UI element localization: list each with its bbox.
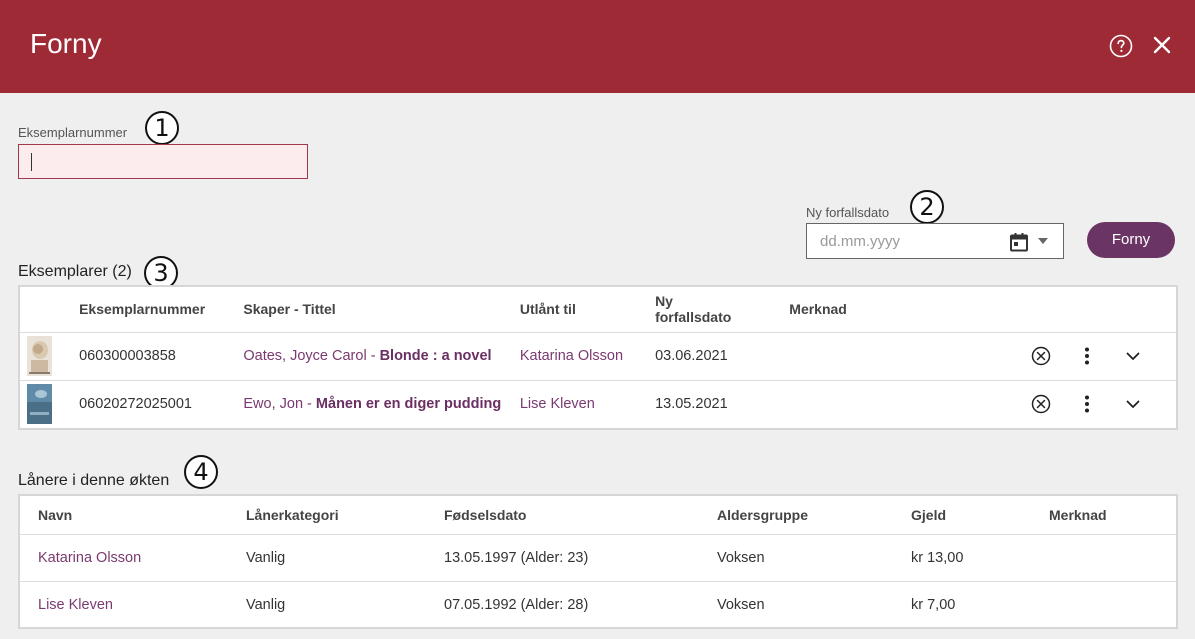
table-row: Lise Kleven Vanlig 07.05.1992 (Alder: 28… (20, 581, 1176, 628)
copy-number-cell: 06020272025001 (79, 396, 192, 413)
copies-table: Eksemplarnummer Skaper - Tittel Utlånt t… (18, 285, 1178, 430)
close-icon[interactable] (1150, 33, 1174, 57)
title-link[interactable]: Blonde : a novel (380, 348, 492, 364)
creator-title-separator: - (366, 348, 380, 364)
borrower-name-link[interactable]: Katarina Olsson (38, 550, 141, 566)
age-group-cell: Voksen (717, 549, 765, 566)
chevron-down-icon[interactable] (1122, 393, 1144, 415)
due-date-placeholder: dd.mm.yyyy (820, 233, 901, 250)
copy-number-cell: 060300003858 (79, 348, 176, 364)
text-caret (31, 153, 32, 171)
copies-section-title: Eksemplarer (2) (18, 263, 132, 280)
dialog-header: Forny (0, 0, 1195, 93)
book-cover-thumbnail (27, 336, 52, 376)
more-vertical-icon[interactable] (1076, 393, 1098, 415)
col-action1 (1029, 287, 1075, 332)
caret-down-icon[interactable] (1037, 236, 1049, 246)
col-loaned-to: Utlånt til (519, 301, 576, 318)
borrowers-table: Navn Lånerkategori Fødselsdato Aldersgru… (18, 494, 1178, 629)
note-cell (788, 332, 1028, 380)
copies-header-row: Eksemplarnummer Skaper - Tittel Utlånt t… (20, 287, 1176, 332)
callout-4: 4 (184, 455, 218, 489)
creator-title-separator: - (303, 396, 316, 413)
col-new-due-date-line1: Ny (655, 293, 673, 310)
due-date-label: Ny forfallsdato (806, 205, 890, 220)
col-action3 (1121, 287, 1176, 332)
remove-cell (1029, 332, 1075, 380)
col-action2 (1075, 287, 1121, 332)
copy-number-label: Eksemplarnummer (18, 125, 128, 140)
copy-number-input[interactable] (18, 144, 308, 179)
col-name: Navn (38, 506, 73, 523)
thumb-header (20, 287, 78, 332)
creator-link[interactable]: Ewo, Jon (243, 396, 303, 412)
note-cell (1048, 534, 1176, 581)
remove-circle-icon[interactable] (1030, 393, 1052, 415)
loaned-to-cell: Katarina Olsson (519, 332, 654, 380)
thumb-cell (20, 380, 78, 428)
col-birth-date: Fødselsdato (444, 506, 527, 523)
category-cell: Vanlig (246, 596, 286, 613)
remove-circle-icon[interactable] (1030, 345, 1052, 367)
col-copy-number: Eksemplarnummer (79, 301, 206, 318)
category-cell: Vanlig (246, 549, 286, 566)
more-cell (1075, 380, 1121, 428)
chevron-down-icon[interactable] (1122, 345, 1144, 367)
due-date-input[interactable]: dd.mm.yyyy (806, 223, 1064, 259)
note-cell (1048, 581, 1176, 628)
loaned-to-link[interactable]: Katarina Olsson (520, 348, 623, 364)
col-note: Merknad (1049, 506, 1107, 523)
remove-cell (1029, 380, 1075, 428)
dialog-title: Forny (30, 28, 102, 59)
age-group-cell: Voksen (717, 596, 765, 613)
expand-cell (1121, 332, 1176, 380)
more-cell (1075, 332, 1121, 380)
calendar-icon[interactable] (1009, 232, 1029, 252)
debt-cell: kr 13,00 (911, 549, 964, 566)
thumb-cell (20, 332, 78, 380)
creator-title-cell: Oates, Joyce Carol - Blonde : a novel (242, 332, 518, 380)
col-new-due-date: Ny forfallsdato (654, 287, 788, 332)
callout-2: 2 (910, 190, 944, 224)
renew-button[interactable]: Forny (1087, 222, 1175, 258)
col-new-due-date-line2: forfallsdato (655, 309, 732, 326)
table-row: 060300003858 Oates, Joyce Carol - Blonde… (20, 332, 1176, 380)
loaned-to-cell: Lise Kleven (519, 380, 654, 428)
name-cell: Lise Kleven (20, 581, 245, 628)
birth-date-cell: 07.05.1992 (Alder: 28) (444, 596, 589, 613)
title-link[interactable]: Månen er en diger pudding (316, 396, 501, 412)
book-cover-thumbnail (27, 384, 52, 425)
callout-1: 1 (145, 111, 179, 145)
borrower-name-link[interactable]: Lise Kleven (38, 597, 113, 613)
col-debt: Gjeld (911, 506, 947, 523)
debt-cell: kr 7,00 (911, 596, 956, 613)
borrowers-section-title: Lånere i denne økten (18, 472, 170, 489)
due-date-cell: 03.06.2021 (655, 348, 728, 364)
due-date-cell: 13.05.2021 (655, 396, 728, 413)
creator-link[interactable]: Oates, Joyce Carol (243, 348, 366, 364)
name-cell: Katarina Olsson (20, 534, 245, 581)
more-vertical-icon[interactable] (1076, 345, 1098, 367)
borrowers-header-row: Navn Lånerkategori Fødselsdato Aldersgru… (20, 496, 1176, 534)
birth-date-cell: 13.05.1997 (Alder: 23) (444, 549, 589, 566)
table-row: Katarina Olsson Vanlig 13.05.1997 (Alder… (20, 534, 1176, 581)
table-row: 06020272025001 Ewo, Jon - Månen er en di… (20, 380, 1176, 428)
col-age-group: Aldersgruppe (717, 506, 809, 523)
creator-title-cell: Ewo, Jon - Månen er en diger pudding (242, 380, 518, 428)
col-category: Lånerkategori (246, 506, 339, 523)
expand-cell (1121, 380, 1176, 428)
note-cell (788, 380, 1028, 428)
help-circle-icon[interactable] (1109, 34, 1133, 58)
col-note: Merknad (789, 301, 847, 318)
loaned-to-link[interactable]: Lise Kleven (520, 396, 595, 412)
col-creator-title: Skaper - Tittel (243, 301, 336, 318)
